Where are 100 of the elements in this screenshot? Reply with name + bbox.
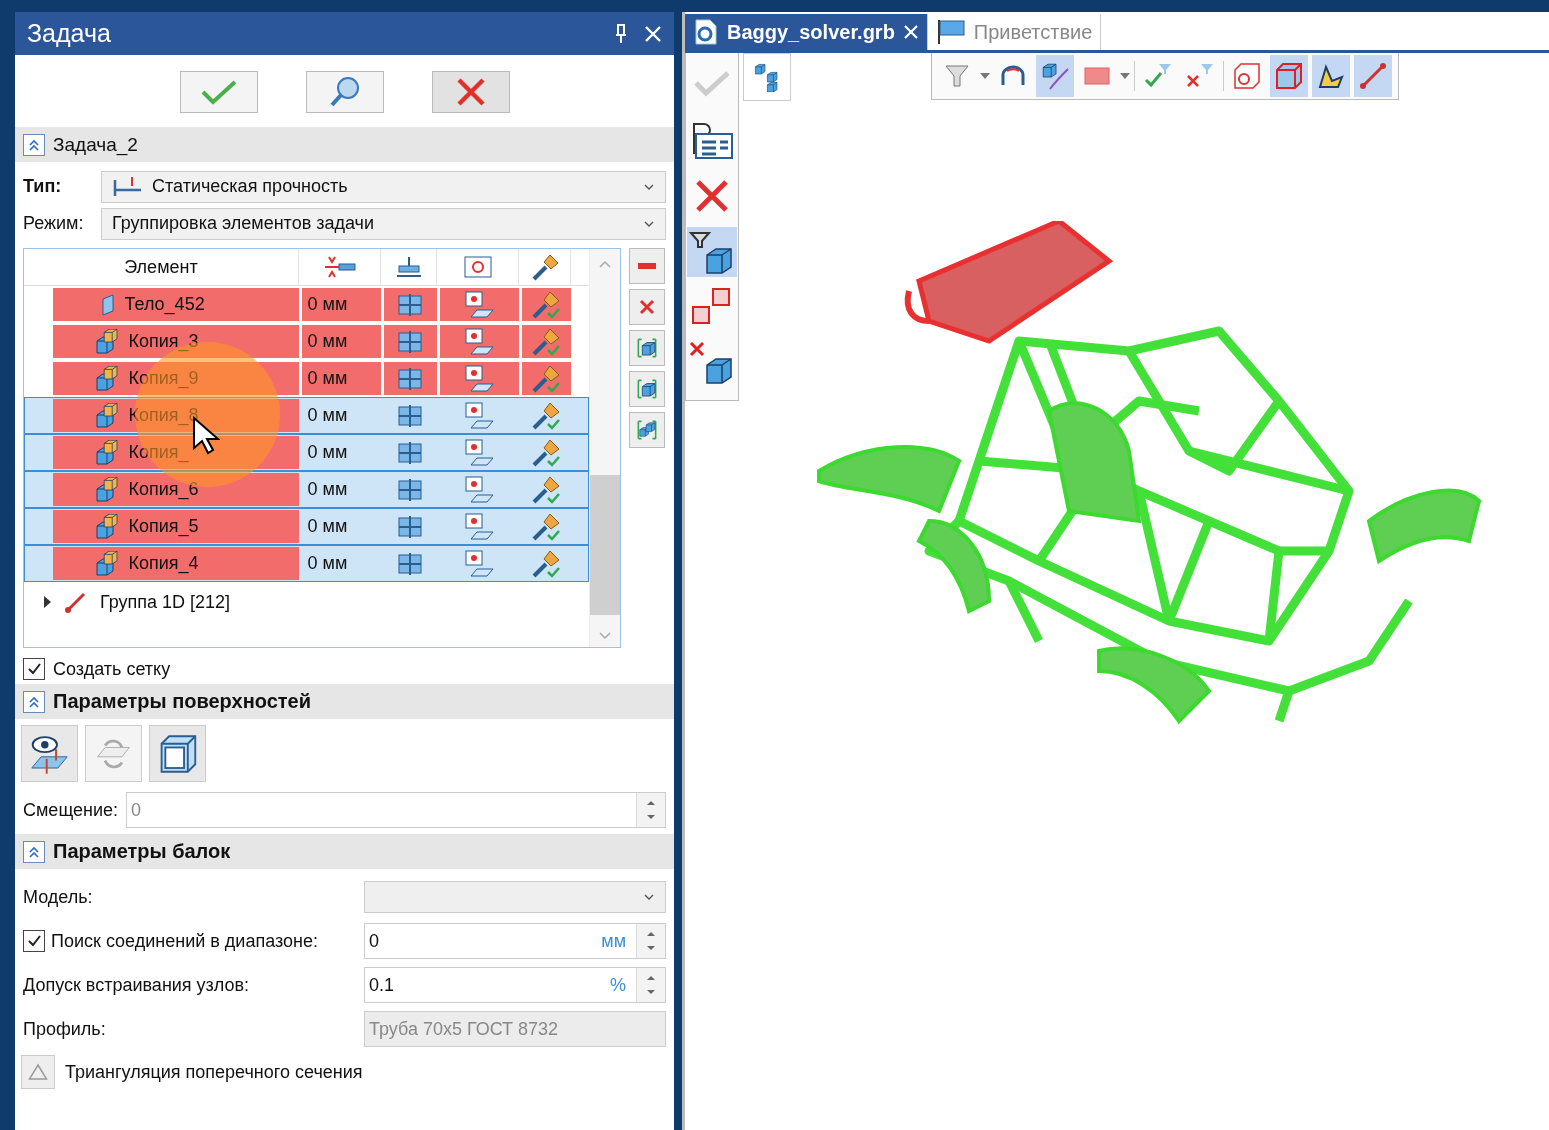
dropdown-arrow-icon[interactable] — [980, 72, 990, 80]
table-cell-text: 0 мм — [306, 404, 349, 427]
dropdown-arrow-icon[interactable] — [1120, 72, 1130, 80]
mesh-plane-icon — [463, 548, 495, 579]
checkbox-label: Создать сетку — [53, 658, 171, 680]
support-icon — [396, 328, 424, 355]
table-row[interactable]: Копия_6 0 мм — [24, 471, 589, 508]
triangulation-label: Триангуляция поперечного сечения — [65, 1061, 363, 1083]
support-icon — [396, 402, 424, 429]
select-body-button[interactable] — [629, 330, 665, 366]
check-mark-icon — [26, 661, 42, 677]
table-row[interactable]: Копия_ 0 мм — [24, 434, 589, 471]
group-name: Группа 1D [212] — [100, 591, 231, 613]
support-icon — [396, 550, 424, 577]
close-icon[interactable] — [902, 24, 919, 40]
beam-load-icon — [112, 175, 144, 198]
table-row[interactable]: Копия_4 0 мм — [24, 545, 589, 582]
checkbox[interactable] — [23, 930, 45, 952]
remove-button[interactable] — [629, 248, 665, 284]
expand-arrow-icon[interactable] — [42, 595, 52, 609]
tree-view-icon[interactable] — [743, 53, 791, 101]
pin-icon[interactable] — [614, 22, 628, 45]
section-header[interactable]: Параметры поверхностей — [15, 684, 674, 719]
collapse-icon[interactable] — [23, 690, 45, 713]
support-icon — [396, 513, 424, 540]
close-icon[interactable] — [644, 24, 662, 43]
field-label: Модель: — [23, 886, 94, 908]
mesh-plane-icon — [463, 437, 495, 468]
table-row[interactable]: Копия_8 0 мм — [24, 397, 589, 434]
mesh-query-icon — [462, 255, 493, 279]
tolerance-input[interactable]: 0.1 % — [364, 967, 666, 1003]
box-section-button[interactable] — [149, 725, 206, 782]
offset-column-icon — [322, 255, 357, 279]
table-cell-text: 0 мм — [306, 478, 349, 501]
checkbox[interactable] — [23, 658, 45, 680]
apply-button[interactable] — [179, 71, 258, 113]
add-copies-button[interactable] — [629, 412, 665, 448]
checkbox-label: Поиск соединений в диапазоне: — [51, 930, 318, 952]
add-body-button[interactable] — [629, 371, 665, 407]
column-header[interactable]: Элемент — [24, 249, 299, 285]
mode-dropdown[interactable]: Группировка элементов задачи — [101, 207, 666, 240]
support-column-icon — [394, 256, 423, 278]
cross-icon — [454, 76, 487, 108]
element-name: Копия_3 — [128, 331, 199, 352]
mesh-plane-icon — [463, 289, 495, 320]
table-cell: 0 мм — [301, 288, 381, 321]
section-header[interactable]: Параметры балок — [15, 834, 674, 869]
table-row[interactable]: Копия_9 0 мм — [24, 360, 589, 397]
collapse-icon[interactable] — [23, 133, 45, 156]
spin-buttons[interactable] — [636, 968, 665, 1002]
element-name: Копия_5 — [128, 516, 199, 537]
cube-feather-icon[interactable] — [1036, 55, 1074, 97]
table-row[interactable]: Копия_5 0 мм — [24, 508, 589, 545]
preview-button[interactable] — [305, 71, 384, 113]
line-segment-icon — [64, 590, 88, 614]
element-name: Копия_9 — [128, 368, 199, 389]
field-label: Допуск встраивания узлов: — [23, 974, 250, 996]
mesh-plane-icon — [463, 400, 495, 431]
field-label: Режим: — [23, 213, 85, 234]
table-cell: 0 мм — [301, 325, 381, 358]
element-name: Тело_452 — [124, 294, 205, 315]
table-cell-text: 0 мм — [306, 552, 349, 575]
element-name: Копия_8 — [128, 405, 199, 426]
range-input[interactable]: 0 мм — [364, 923, 666, 959]
support-icon — [396, 291, 424, 318]
check-mark-icon — [26, 933, 42, 949]
flag-icon — [935, 18, 966, 46]
mesh-plane-icon — [463, 511, 495, 542]
filter-cube-icon[interactable] — [687, 227, 737, 277]
shell-icon[interactable] — [1312, 55, 1350, 97]
panel-title: Задача — [27, 19, 112, 48]
section-header[interactable]: Задача_2 — [15, 127, 674, 162]
delete-button[interactable] — [629, 289, 665, 325]
table-row[interactable]: Тело_452 0 мм — [24, 286, 589, 323]
cancel-button[interactable] — [431, 71, 510, 113]
document-tab[interactable]: Приветствие — [927, 14, 1102, 50]
field-label: Профиль: — [23, 1018, 107, 1040]
mesh-plane-icon — [463, 326, 495, 357]
table-cell-text: 0 мм — [306, 441, 349, 464]
cube-icon[interactable] — [1270, 55, 1308, 97]
spin-buttons[interactable] — [636, 924, 665, 958]
table-cell: 0 мм — [301, 362, 381, 395]
mesh-plane-icon — [463, 363, 495, 394]
support-icon — [396, 365, 424, 392]
document-icon — [693, 18, 719, 46]
element-name: Копия_ — [128, 442, 189, 463]
table-cell-text: 0 мм — [306, 515, 349, 538]
section-title: Параметры поверхностей — [53, 690, 312, 713]
field-label: Смещение: — [23, 799, 118, 821]
document-tab[interactable]: Baggy_solver.grb — [685, 14, 928, 50]
cross-icon — [639, 299, 655, 315]
collapse-icon[interactable] — [23, 840, 45, 863]
type-dropdown[interactable]: Статическая прочность — [101, 170, 666, 203]
support-icon — [396, 476, 424, 503]
support-icon — [396, 439, 424, 466]
mesh-plane-icon — [463, 474, 495, 505]
table-row[interactable]: Копия_3 0 мм — [24, 323, 589, 360]
element-name: Копия_4 — [128, 553, 199, 574]
minus-icon — [638, 263, 656, 269]
visibility-surface-button[interactable] — [21, 725, 78, 782]
